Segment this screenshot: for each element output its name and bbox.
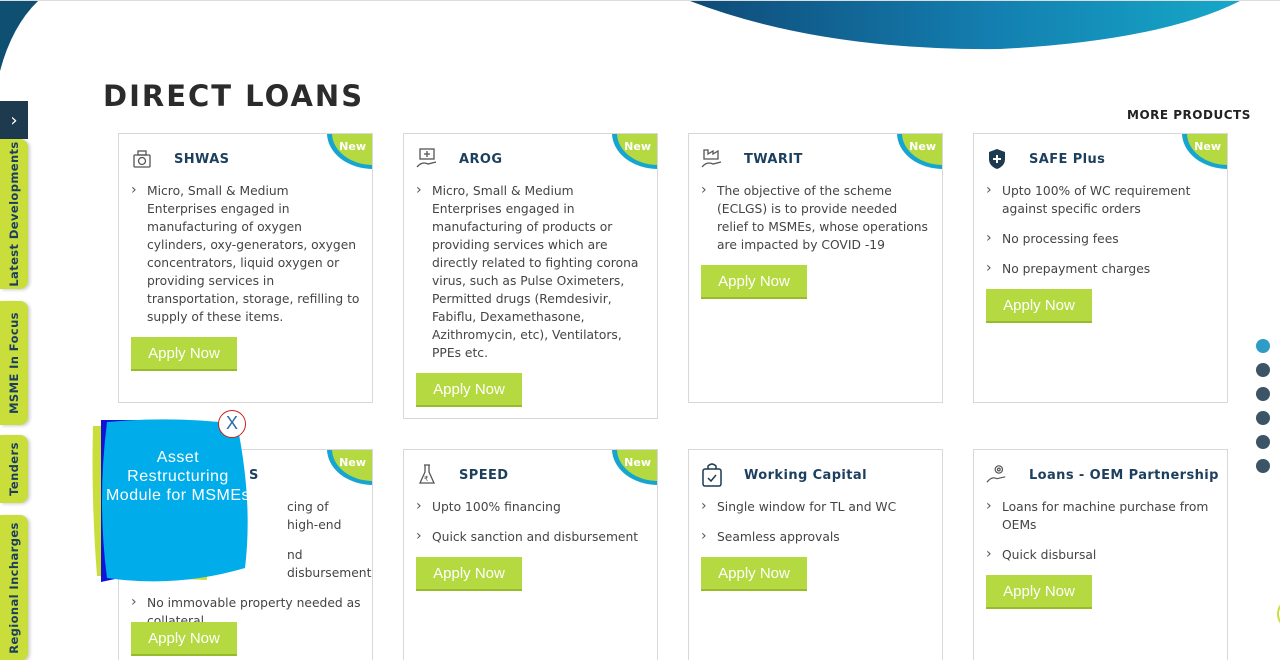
loan-card-shwas: New SHWAS Micro, Small & Medium Enterpri…: [118, 133, 373, 403]
new-badge: New: [612, 450, 657, 485]
apply-now-button[interactable]: Apply Now: [416, 373, 522, 407]
loan-card-safe-plus: New SAFE Plus Upto 100% of WC requiremen…: [973, 133, 1228, 403]
new-badge: New: [612, 134, 657, 169]
card-title: AROG: [459, 151, 503, 167]
oxygen-cylinder-icon: [131, 146, 153, 172]
page: DIRECT LOANS MORE PRODUCTS New SHWAS Mic…: [0, 0, 1280, 660]
list-item: The objective of the scheme (ECLGS) is t…: [701, 181, 932, 254]
svg-text:₹: ₹: [424, 475, 429, 483]
list-item: Upto 100% of WC requirement against spec…: [986, 181, 1217, 218]
card-title: TWARIT: [744, 151, 803, 167]
hand-gear-icon: [986, 462, 1008, 488]
side-tab-tenders[interactable]: Tenders: [0, 435, 28, 503]
apply-now-button[interactable]: Apply Now: [986, 575, 1092, 609]
loan-card-working-capital: Working Capital Single window for TL and…: [688, 449, 943, 660]
card-title: Loans - OEM Partnership: [1029, 467, 1219, 483]
apply-now-button[interactable]: Apply Now: [416, 557, 522, 591]
card-title: Working Capital: [744, 467, 867, 483]
close-icon[interactable]: X: [218, 410, 246, 438]
card-title: SHWAS: [174, 151, 230, 167]
medical-hand-icon: [416, 146, 438, 172]
list-item: Quick disbursal: [986, 545, 1217, 564]
pagination-dot[interactable]: [1256, 411, 1270, 425]
list-item: Micro, Small & Medium Enterprises engage…: [416, 181, 647, 362]
pagination-dot[interactable]: [1256, 339, 1270, 353]
asset-restructuring-popup[interactable]: Asset Restructuring Module for MSMEs: [87, 418, 251, 584]
more-products-link[interactable]: MORE PRODUCTS: [1127, 108, 1251, 122]
side-tab-regional-incharges[interactable]: Regional Incharges: [0, 515, 28, 660]
shield-plus-icon: [986, 146, 1008, 172]
loan-card-twarit: New TWARIT The objective of the scheme (…: [688, 133, 943, 403]
apply-now-button[interactable]: Apply Now: [131, 622, 237, 656]
card-title: SAFE Plus: [1029, 151, 1106, 167]
pagination-dot[interactable]: [1256, 363, 1270, 377]
pagination-dot[interactable]: [1256, 435, 1270, 449]
side-panel-toggle[interactable]: ›: [0, 101, 28, 139]
new-badge: New: [327, 134, 372, 169]
apply-now-button[interactable]: Apply Now: [131, 337, 237, 371]
list-item: Upto 100% financing: [416, 497, 647, 516]
list-item: Loans for machine purchase from OEMs: [986, 497, 1217, 534]
loan-card-arog: New AROG Micro, Small & Medium Enterpris…: [403, 133, 658, 419]
pagination-dots: [1256, 339, 1270, 483]
list-item: No processing fees: [986, 229, 1217, 248]
shopping-bag-icon: [701, 462, 723, 488]
list-item: Single window for TL and WC: [701, 497, 932, 516]
section-title: DIRECT LOANS: [103, 79, 365, 113]
list-item: No prepayment charges: [986, 259, 1217, 278]
card-title: SPEED: [459, 467, 509, 483]
list-item: Quick sanction and disbursement: [416, 527, 647, 546]
apply-now-button[interactable]: Apply Now: [986, 289, 1092, 323]
new-badge: New: [1182, 134, 1227, 169]
chevron-right-icon: ›: [10, 109, 18, 131]
list-item: Micro, Small & Medium Enterprises engage…: [131, 181, 362, 326]
apply-now-button[interactable]: Apply Now: [701, 265, 807, 299]
pagination-dot[interactable]: [1256, 459, 1270, 473]
rupee-flask-icon: ₹: [416, 462, 438, 488]
list-item: Seamless approvals: [701, 527, 932, 546]
pagination-dot[interactable]: [1256, 387, 1270, 401]
apply-now-button[interactable]: Apply Now: [701, 557, 807, 591]
new-badge: New: [327, 450, 372, 485]
loan-card-oem-partnership: Loans - OEM Partnership Loans for machin…: [973, 449, 1228, 660]
popup-text: Asset Restructuring Module for MSMEs: [105, 449, 251, 504]
side-tab-msme-in-focus[interactable]: MSME In Focus: [0, 301, 28, 425]
loan-card-speed: New ₹ SPEED Upto 100% financing Quick sa…: [403, 449, 658, 660]
side-tab-latest-developments[interactable]: Latest Developments: [0, 139, 28, 289]
factory-hand-icon: [701, 146, 723, 172]
new-badge: New: [897, 134, 942, 169]
